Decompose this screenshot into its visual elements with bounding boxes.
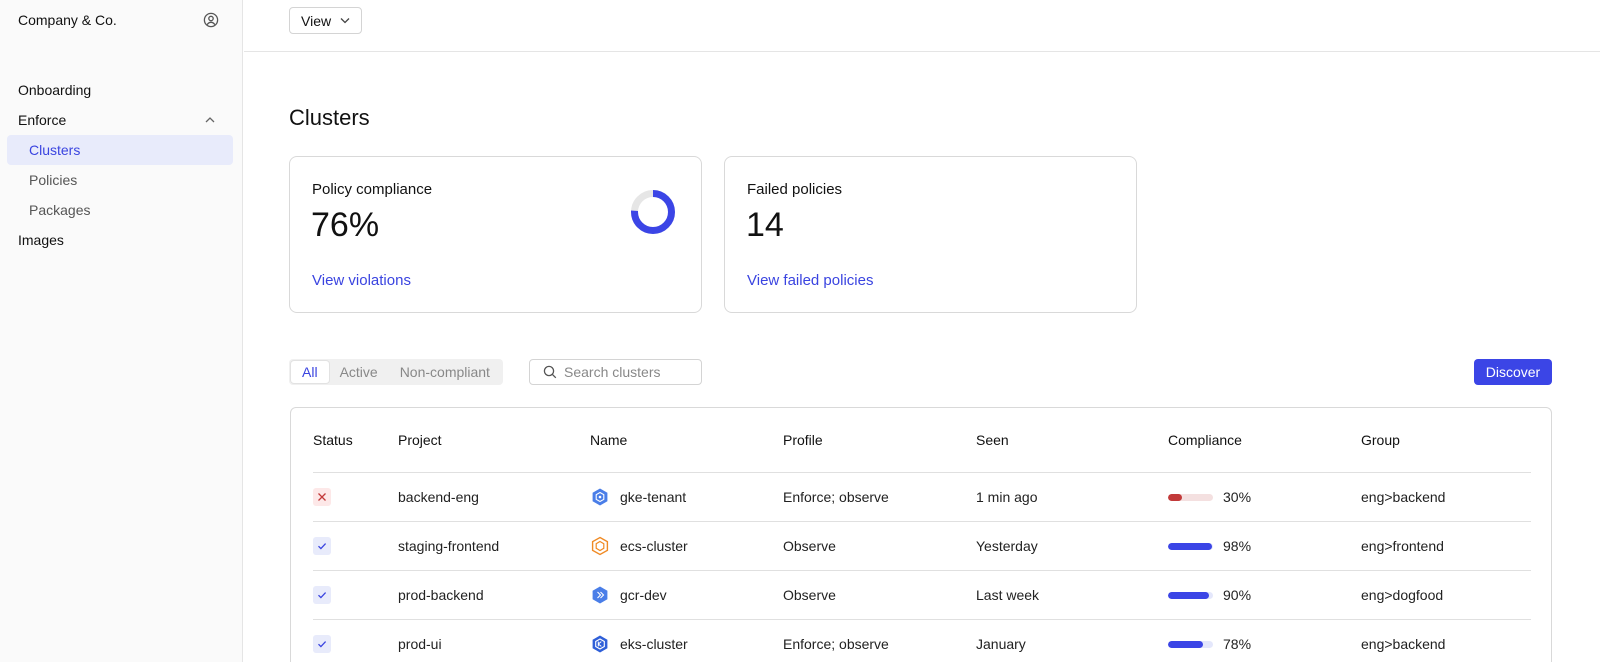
sidebar-item-enforce[interactable]: Enforce [0, 105, 243, 135]
policy-compliance-card: Policy compliance 76% View violations [289, 156, 702, 313]
compliance-value: 90% [1223, 587, 1252, 603]
compliance-value: 30% [1223, 489, 1252, 505]
x-icon [318, 493, 326, 501]
seen-cell: Yesterday [976, 538, 1038, 554]
sidebar: Company & Co. Onboarding Enforce Cluster… [0, 0, 243, 662]
column-header[interactable]: Status [313, 432, 398, 448]
compliance-bar-fill [1168, 542, 1213, 550]
compliance-value: 98% [1223, 538, 1252, 554]
check-icon [318, 543, 327, 550]
check-icon [318, 641, 327, 648]
compliance-bar-fill [1168, 591, 1209, 599]
profile-cell: Enforce; observe [783, 636, 889, 652]
status-filter-tabs: All Active Non-compliant [289, 359, 503, 385]
column-header[interactable]: Seen [976, 432, 1168, 448]
column-header[interactable]: Group [1361, 432, 1531, 448]
card-label: Failed policies [747, 181, 843, 198]
sidebar-item-policies[interactable]: Policies [7, 165, 233, 195]
gke-icon [590, 487, 610, 507]
view-violations-link[interactable]: View violations [312, 272, 411, 289]
discover-button[interactable]: Discover [1474, 359, 1552, 385]
compliance-bar [1168, 591, 1213, 599]
compliance-value: 78% [1223, 636, 1252, 652]
seen-cell: Last week [976, 587, 1040, 603]
gcr-icon [590, 585, 610, 605]
status-ok-badge [313, 537, 331, 555]
page-title: Clusters [289, 105, 370, 130]
failed-policies-card: Failed policies 14 View failed policies [724, 156, 1137, 313]
column-header[interactable]: Name [590, 432, 783, 448]
table-row[interactable]: staging-frontend ecs-cluster Observe Yes… [313, 522, 1531, 571]
eks-icon [590, 634, 610, 654]
sidebar-item-images[interactable]: Images [0, 225, 243, 255]
user-circle-icon[interactable] [203, 12, 219, 28]
project-cell: prod-backend [398, 587, 484, 603]
table-row[interactable]: prod-backend gcr-dev Observe Last week 9… [313, 571, 1531, 620]
name-cell[interactable]: ecs-cluster [620, 538, 688, 554]
profile-cell: Observe [783, 538, 836, 554]
sidebar-item-label: Images [18, 232, 64, 248]
status-ok-badge [313, 635, 331, 653]
clusters-table: Status Project Name Profile Seen Complia… [290, 407, 1552, 662]
project-cell: prod-ui [398, 636, 442, 652]
group-cell: eng>dogfood [1361, 587, 1444, 603]
seen-cell: January [976, 636, 1026, 652]
brand-name: Company & Co. [18, 12, 117, 28]
compliance-bar [1168, 542, 1213, 550]
sidebar-item-label: Enforce [18, 112, 67, 128]
group-cell: eng>backend [1361, 636, 1446, 652]
tab-non-compliant[interactable]: Non-compliant [389, 361, 501, 383]
table-header: Status Project Name Profile Seen Complia… [313, 408, 1531, 473]
card-value: 76% [311, 206, 380, 244]
view-label: View [301, 12, 332, 29]
sidebar-item-label: Policies [29, 172, 78, 188]
sidebar-item-packages[interactable]: Packages [7, 195, 233, 225]
profile-cell: Observe [783, 587, 836, 603]
sidebar-item-clusters[interactable]: Clusters [7, 135, 233, 165]
view-dropdown-button[interactable]: View [289, 7, 362, 34]
column-header[interactable]: Compliance [1168, 432, 1361, 448]
table-row[interactable]: prod-ui eks-cluster Enforce; observe Jan… [313, 620, 1531, 662]
sidebar-nav: Onboarding Enforce Clusters Policies Pac… [0, 75, 243, 255]
check-icon [318, 592, 327, 599]
search-input[interactable] [564, 364, 694, 380]
sidebar-item-label: Onboarding [18, 82, 92, 98]
search-icon [543, 365, 557, 379]
sidebar-item-label: Packages [29, 202, 91, 218]
topbar: View [244, 0, 1600, 52]
compliance-bar-fill [1168, 640, 1204, 648]
sidebar-item-label: Clusters [29, 142, 81, 158]
tab-active[interactable]: Active [329, 361, 389, 383]
compliance-bar-fill [1168, 493, 1182, 501]
card-value: 14 [746, 206, 784, 244]
status-ok-badge [313, 586, 331, 604]
view-failed-policies-link[interactable]: View failed policies [747, 272, 873, 289]
table-row[interactable]: backend-eng gke-tenant Enforce; observe … [313, 473, 1531, 522]
column-header[interactable]: Project [398, 432, 590, 448]
chevron-up-icon [205, 117, 215, 123]
group-cell: eng>frontend [1361, 538, 1444, 554]
tab-all[interactable]: All [291, 361, 329, 383]
sidebar-item-onboarding[interactable]: Onboarding [0, 75, 243, 105]
name-cell[interactable]: eks-cluster [620, 636, 688, 652]
profile-cell: Enforce; observe [783, 489, 889, 505]
name-cell[interactable]: gcr-dev [620, 587, 667, 603]
project-cell: staging-frontend [398, 538, 500, 554]
compliance-bar [1168, 493, 1213, 501]
search-box [529, 359, 702, 385]
column-header[interactable]: Profile [783, 432, 976, 448]
card-label: Policy compliance [312, 181, 433, 198]
name-cell[interactable]: gke-tenant [620, 489, 686, 505]
seen-cell: 1 min ago [976, 489, 1038, 505]
chevron-down-icon [340, 18, 350, 24]
group-cell: eng>backend [1361, 489, 1446, 505]
ecs-icon [590, 536, 610, 556]
compliance-donut-chart [631, 190, 675, 234]
status-failed-badge [313, 488, 331, 506]
compliance-bar [1168, 640, 1213, 648]
project-cell: backend-eng [398, 489, 479, 505]
